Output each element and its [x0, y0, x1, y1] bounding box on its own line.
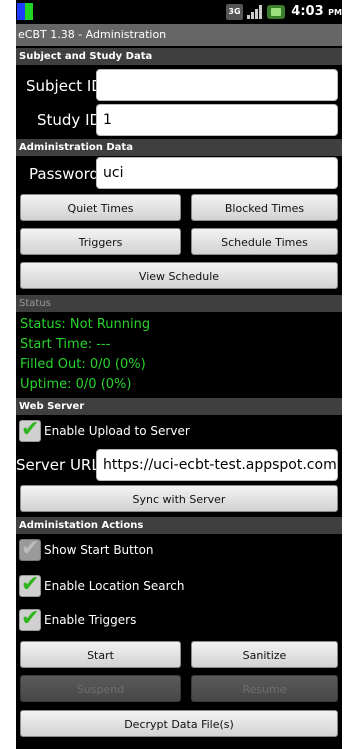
- admin-section-header: Administration Data: [16, 139, 342, 156]
- app-notification-icon: [17, 3, 33, 20]
- web-server-section-header: Web Server: [16, 398, 342, 415]
- schedule-times-button[interactable]: Schedule Times: [191, 228, 338, 255]
- enable-upload-label: Enable Upload to Server: [44, 424, 190, 438]
- server-url-label: Server URL:: [16, 456, 105, 474]
- password-label: Password:: [29, 165, 105, 183]
- clock: 4:03 PM: [291, 4, 342, 19]
- triggers-label: Enable Triggers: [44, 613, 137, 627]
- checkbox-checked-icon: ✔: [19, 417, 41, 442]
- network-3g-icon: 3G: [226, 4, 243, 20]
- triggers-button[interactable]: Triggers: [20, 228, 181, 255]
- resume-button[interactable]: Resume: [191, 675, 338, 702]
- sanitize-button[interactable]: Sanitize: [191, 641, 338, 668]
- checkbox-checked-icon: ✔: [19, 606, 41, 631]
- start-button[interactable]: Start: [20, 641, 181, 668]
- server-url-field[interactable]: https://uci-ecbt-test.appspot.com/: [96, 449, 338, 481]
- show-start-label: Show Start Button: [44, 543, 154, 557]
- decrypt-data-files-button[interactable]: Decrypt Data File(s): [20, 710, 338, 737]
- show-start-button-checkbox[interactable]: ✔ Show Start Button: [19, 536, 154, 562]
- signal-icon: [246, 4, 264, 20]
- sync-with-server-button[interactable]: Sync with Server: [20, 485, 338, 512]
- status-text: Status: Not Running: [20, 317, 151, 332]
- battery-icon: [267, 5, 285, 19]
- start-time-text: Start Time: ---: [20, 337, 111, 352]
- study-id-field[interactable]: 1: [96, 104, 338, 136]
- window-title: eCBT 1.38 - Administration: [16, 24, 342, 46]
- suspend-button[interactable]: Suspend: [20, 675, 181, 702]
- phone-screen: 3G 4:03 PM eCBT 1.38 - Administration Su…: [16, 0, 342, 749]
- location-search-label: Enable Location Search: [44, 579, 185, 593]
- view-schedule-button[interactable]: View Schedule: [20, 262, 338, 289]
- enable-triggers-checkbox[interactable]: ✔ Enable Triggers: [19, 606, 137, 632]
- quiet-times-button[interactable]: Quiet Times: [20, 194, 181, 221]
- password-field[interactable]: uci: [96, 157, 338, 189]
- enable-upload-checkbox[interactable]: ✔ Enable Upload to Server: [19, 417, 190, 443]
- uptime-text: Uptime: 0/0 (0%): [20, 377, 132, 392]
- enable-location-search-checkbox[interactable]: ✔ Enable Location Search: [19, 572, 185, 598]
- status-bar: 3G 4:03 PM: [16, 0, 342, 24]
- filled-out-text: Filled Out: 0/0 (0%): [20, 357, 146, 372]
- status-section-header: Status: [16, 295, 342, 312]
- subject-section-header: Subject and Study Data: [16, 48, 342, 65]
- status-icons: 3G: [226, 4, 285, 20]
- subject-id-field[interactable]: [96, 69, 338, 101]
- actions-section-header: Administation Actions: [16, 517, 342, 534]
- checkbox-checked-icon: ✔: [19, 572, 41, 597]
- blocked-times-button[interactable]: Blocked Times: [191, 194, 338, 221]
- checkbox-checked-icon: ✔: [19, 536, 41, 561]
